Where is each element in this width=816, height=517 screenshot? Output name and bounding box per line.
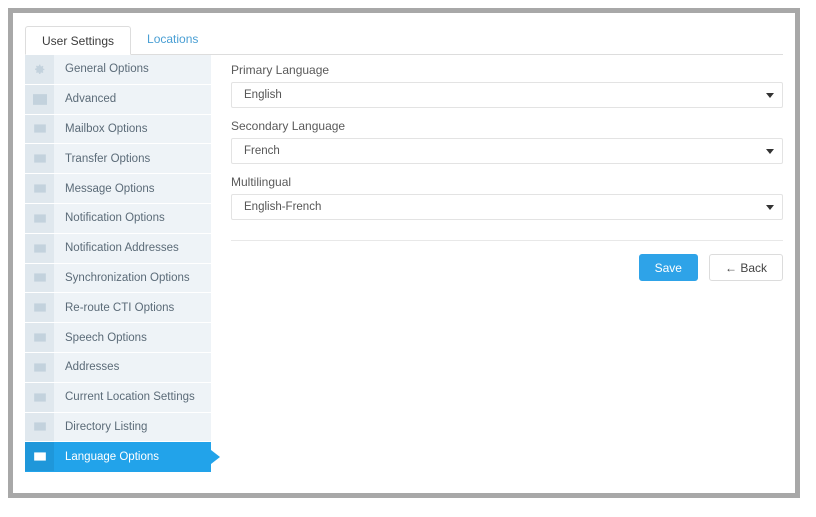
primary-language-select[interactable]: English [231,82,783,108]
sidebar-item-label: Current Location Settings [65,391,195,404]
envelope-icon [25,203,54,233]
sidebar-item-mailbox-options[interactable]: Mailbox Options [25,114,211,145]
sidebar-item-advanced[interactable]: Advanced [25,84,211,115]
sidebar-item-label: Mailbox Options [65,122,148,135]
application-window: User Settings Locations General Options [8,8,800,498]
chevron-down-icon [766,149,774,154]
sidebar-item-addresses[interactable]: Addresses [25,352,211,383]
sidebar-item-label: General Options [65,63,149,76]
tab-bar: User Settings Locations [25,25,783,55]
sidebar-item-directory-listing[interactable]: Directory Listing [25,412,211,443]
sidebar-item-label: Directory Listing [65,420,148,433]
tab-user-settings-label: User Settings [42,34,115,48]
sidebar-item-message-options[interactable]: Message Options [25,174,211,204]
field-multilingual: Multilingual English-French [231,175,783,220]
sidebar-item-synchronization-options[interactable]: Synchronization Options [25,263,211,294]
envelope-icon [25,144,54,174]
sidebar-item-label: Re-route CTI Options [65,301,175,314]
sidebar-item-language-options[interactable]: Language Options [25,442,220,473]
sidebar-item-label: Transfer Options [65,152,151,165]
envelope-icon [25,263,54,293]
envelope-icon [25,412,54,442]
multilingual-value: English-French [244,201,322,213]
multilingual-select[interactable]: English-French [231,194,783,220]
sidebar-item-label: Addresses [65,361,120,374]
envelope-icon [25,174,54,203]
envelope-icon [25,323,54,352]
form-actions: Save ← Back [231,254,783,281]
envelope-icon [25,233,54,263]
field-primary-language: Primary Language English [231,63,783,108]
sidebar-item-general-options[interactable]: General Options [25,55,211,85]
back-button[interactable]: ← Back [708,254,783,281]
envelope-icon [25,114,54,144]
envelope-icon [25,352,54,382]
settings-body: General Options Advanced Mailbox Options… [25,55,783,473]
sidebar-item-current-location-settings[interactable]: Current Location Settings [25,382,211,413]
sidebar-item-speech-options[interactable]: Speech Options [25,323,211,353]
tab-user-settings[interactable]: User Settings [25,26,132,55]
envelope-icon [25,84,54,114]
sidebar-item-label: Language Options [65,450,159,463]
form-divider [231,240,783,241]
field-secondary-language: Secondary Language French [231,119,783,164]
sidebar-item-label: Notification Addresses [65,242,179,255]
tab-locations[interactable]: Locations [131,25,214,54]
save-button[interactable]: Save [638,254,698,281]
tab-locations-label: Locations [147,32,199,46]
chevron-down-icon [766,93,774,98]
field-label: Primary Language [231,63,330,77]
sidebar-item-label: Speech Options [65,331,147,344]
envelope-icon [25,293,54,323]
secondary-language-select[interactable]: French [231,138,783,164]
envelope-icon [25,382,54,412]
sidebar-item-transfer-options[interactable]: Transfer Options [25,144,211,175]
sidebar-item-label: Synchronization Options [65,271,190,284]
secondary-language-value: French [244,145,280,157]
sidebar-item-re-route-cti-options[interactable]: Re-route CTI Options [25,293,211,324]
sidebar-item-notification-options[interactable]: Notification Options [25,203,211,234]
chevron-down-icon [766,205,774,210]
field-label: Secondary Language [231,119,346,133]
envelope-icon [25,442,54,472]
sidebar-item-label: Message Options [65,182,155,195]
sidebar-item-label: Notification Options [65,212,165,225]
settings-sidebar: General Options Advanced Mailbox Options… [25,55,220,473]
field-label: Multilingual [231,175,292,189]
primary-language-value: English [244,89,282,101]
sidebar-item-label: Advanced [65,93,117,106]
sidebar-item-notification-addresses[interactable]: Notification Addresses [25,233,211,264]
gear-icon [25,55,54,84]
language-options-form: Primary Language English Secondary Langu… [211,55,783,473]
